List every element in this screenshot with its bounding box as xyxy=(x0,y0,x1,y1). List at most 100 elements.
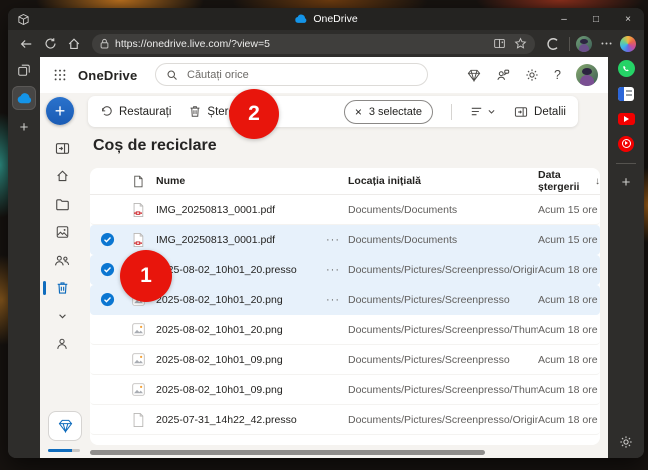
tab-list-icon[interactable] xyxy=(17,63,31,77)
premium-diamond-icon[interactable] xyxy=(467,69,481,82)
table-row[interactable]: 2025-08-02_10h01_20.png Documents/Pictur… xyxy=(90,315,600,345)
table-row[interactable]: IMG_20250813_0001.pdf Documents/Document… xyxy=(90,195,600,225)
sidebar-add-icon[interactable]: + xyxy=(622,175,631,190)
premium-upgrade-button[interactable] xyxy=(48,411,82,441)
feedback-icon[interactable] xyxy=(496,68,510,82)
more-options-icon[interactable]: ··· xyxy=(326,264,348,276)
file-original-location: Documents/Documents xyxy=(348,203,458,216)
address-bar[interactable]: https://onedrive.live.com/?view=5 xyxy=(92,33,535,54)
help-icon[interactable]: ? xyxy=(554,68,561,82)
file-name[interactable]: 2025-08-02_10h01_09.png xyxy=(156,384,326,396)
file-list-card: Nume Locația inițială Data ștergerii ↓ I… xyxy=(90,168,600,445)
file-original-location: Documents/Pictures/Screenpresso/Thumbn..… xyxy=(348,323,538,336)
file-type-column-icon[interactable] xyxy=(126,175,156,188)
tab-onedrive[interactable] xyxy=(12,86,36,110)
add-new-button[interactable]: + xyxy=(46,97,74,125)
settings-more-icon[interactable] xyxy=(596,34,616,54)
details-pane-icon xyxy=(514,106,528,118)
commandbar-divider xyxy=(451,103,453,120)
rail-more-chevron-icon[interactable] xyxy=(50,307,74,325)
clear-selection-button[interactable]: × 3 selectate xyxy=(343,99,434,124)
url-text[interactable]: https://onedrive.live.com/?view=5 xyxy=(115,38,487,50)
rail-home-icon[interactable] xyxy=(50,167,74,185)
file-name[interactable]: 2025-07-31_14h22_42.presso xyxy=(156,414,326,426)
browser-profile-avatar[interactable] xyxy=(576,35,592,52)
file-name[interactable]: IMG_20250813_0001.pdf xyxy=(156,234,326,246)
rail-person-icon[interactable] xyxy=(50,335,74,353)
tab-title-text: OneDrive xyxy=(313,13,358,25)
favorites-star-icon[interactable] xyxy=(514,37,527,50)
column-deleted-date[interactable]: Data ștergerii ↓ xyxy=(538,169,600,193)
column-location[interactable]: Locația inițială xyxy=(348,175,538,187)
file-deleted-date: Acum 18 ore xyxy=(538,323,598,336)
deselect-x-icon: × xyxy=(354,104,362,119)
row-checkbox[interactable] xyxy=(100,292,126,307)
file-original-location: Documents/Pictures/Screenpresso xyxy=(348,293,510,306)
file-name[interactable]: 2025-08-02_10h01_20.png xyxy=(156,324,326,336)
new-tab-icon[interactable]: + xyxy=(20,119,29,136)
refresh-icon[interactable] xyxy=(40,34,60,54)
news-app-icon[interactable] xyxy=(617,85,635,102)
copilot-icon[interactable] xyxy=(620,35,636,52)
file-name[interactable]: 2025-08-02_10h01_20.presso xyxy=(156,264,326,276)
generic-file-icon xyxy=(133,412,144,427)
file-deleted-date: Acum 18 ore xyxy=(538,413,598,426)
table-row[interactable]: IMG_20250813_0001.pdf ··· Documents/Docu… xyxy=(90,225,600,255)
page-title: Coș de reciclare xyxy=(93,137,217,154)
home-icon[interactable] xyxy=(64,34,84,54)
file-name[interactable]: 2025-08-02_10h01_09.png xyxy=(156,354,326,366)
more-options-icon[interactable]: ··· xyxy=(326,294,348,306)
sidebar-divider xyxy=(616,163,636,164)
sort-menu-button[interactable] xyxy=(470,106,496,117)
extensions-icon[interactable] xyxy=(543,34,563,54)
more-options-icon[interactable]: ··· xyxy=(326,234,348,246)
toolbar-divider xyxy=(569,36,570,51)
active-tab-title[interactable]: OneDrive xyxy=(8,8,644,30)
settings-gear-icon[interactable] xyxy=(525,68,539,82)
search-input[interactable] xyxy=(185,67,417,82)
table-row[interactable]: 2025-08-02_10h01_09.png Documents/Pictur… xyxy=(90,345,600,375)
pdf-file-icon xyxy=(133,232,144,247)
file-name[interactable]: IMG_20250813_0001.pdf xyxy=(156,204,326,216)
image-file-icon xyxy=(131,323,145,336)
file-original-location: Documents/Pictures/Screenpresso/Original… xyxy=(348,413,538,426)
back-icon[interactable] xyxy=(16,34,36,54)
chevron-down-icon xyxy=(488,110,495,114)
app-name: OneDrive xyxy=(78,67,138,83)
search-box[interactable] xyxy=(155,63,428,86)
table-row[interactable]: 2025-07-31_14h22_42.presso Documents/Pic… xyxy=(90,405,600,435)
command-bar: Restaurați Ștergere × 3 selectate xyxy=(88,96,578,127)
file-name[interactable]: 2025-08-02_10h01_20.png xyxy=(156,294,326,306)
app-launcher-icon[interactable] xyxy=(53,68,67,82)
selected-check-icon xyxy=(100,292,115,307)
file-deleted-date: Acum 15 ore xyxy=(538,203,598,216)
rail-people-icon[interactable] xyxy=(50,251,74,269)
column-name[interactable]: Nume xyxy=(156,175,326,187)
whatsapp-icon[interactable] xyxy=(617,60,635,77)
rail-photos-icon[interactable] xyxy=(50,223,74,241)
sort-lines-icon xyxy=(471,107,482,116)
youtube-music-icon[interactable] xyxy=(617,135,635,152)
account-avatar[interactable] xyxy=(576,64,598,86)
horizontal-scrollbar[interactable] xyxy=(90,450,485,455)
trash-icon xyxy=(189,105,201,118)
rail-files-folder-icon[interactable] xyxy=(50,195,74,213)
details-button[interactable]: Detalii xyxy=(514,106,566,118)
rail-recycle-bin-icon[interactable] xyxy=(43,279,74,297)
row-checkbox[interactable] xyxy=(100,232,126,247)
onedrive-page: OneDrive ? xyxy=(40,57,608,458)
restore-button[interactable]: Restaurați xyxy=(100,105,171,118)
sidebar-settings-gear-icon[interactable] xyxy=(619,435,633,449)
youtube-icon[interactable] xyxy=(617,110,635,127)
collapse-pane-icon[interactable] xyxy=(50,139,74,157)
image-file-icon xyxy=(131,353,145,366)
file-list: IMG_20250813_0001.pdf Documents/Document… xyxy=(90,195,600,435)
restore-icon xyxy=(100,105,113,118)
file-deleted-date: Acum 15 ore xyxy=(538,233,598,246)
storage-usage-bar xyxy=(48,449,80,452)
vertical-tabstrip: + xyxy=(8,57,40,458)
selected-check-icon xyxy=(100,232,115,247)
table-row[interactable]: 2025-08-02_10h01_09.png Documents/Pictur… xyxy=(90,375,600,405)
file-original-location: Documents/Pictures/Screenpresso/Original… xyxy=(348,263,538,276)
split-screen-icon[interactable] xyxy=(493,37,506,50)
